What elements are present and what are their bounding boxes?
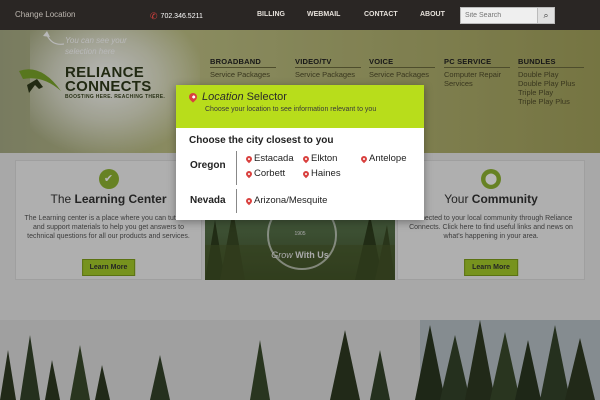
city-label: Antelope	[369, 153, 407, 164]
site-search: ⌕	[460, 7, 555, 24]
location-pin-icon	[244, 196, 254, 205]
state-nevada: Nevada	[190, 195, 226, 206]
city-corbett[interactable]: Corbett	[244, 168, 286, 179]
search-icon[interactable]: ⌕	[537, 8, 554, 23]
city-elkton[interactable]: Elkton	[301, 153, 338, 164]
modal-title: Location Selector	[187, 91, 424, 103]
phone-text: 702.346.5211	[160, 13, 203, 20]
city-haines[interactable]: Haines	[301, 168, 341, 179]
title-selector: Selector	[246, 91, 287, 103]
location-pin-icon	[187, 91, 199, 103]
location-pin-icon	[301, 169, 311, 178]
divider	[236, 189, 237, 213]
nav-about[interactable]: ABOUT	[420, 11, 445, 18]
location-pin-icon	[301, 154, 311, 163]
location-pin-icon	[244, 169, 254, 178]
change-location-link[interactable]: Change Location	[15, 10, 76, 19]
city-antelope[interactable]: Antelope	[359, 153, 407, 164]
city-label: Estacada	[254, 153, 294, 164]
city-label: Corbett	[254, 168, 286, 179]
state-oregon: Oregon	[190, 160, 226, 171]
location-pin-icon	[359, 154, 369, 163]
divider	[236, 151, 237, 185]
modal-subtitle: Choose your location to see information …	[205, 106, 377, 113]
location-selector-modal: Location Selector Choose your location t…	[176, 85, 424, 220]
phone-number: ✆ 702.346.5211	[150, 11, 203, 22]
nav-billing[interactable]: BILLING	[257, 11, 285, 18]
city-prompt: Choose the city closest to you	[189, 135, 334, 146]
modal-header: Location Selector Choose your location t…	[176, 85, 424, 128]
city-arizona-mesquite[interactable]: Arizona/Mesquite	[244, 195, 328, 206]
title-location: Location	[202, 91, 244, 103]
phone-icon: ✆	[150, 11, 158, 21]
city-label: Elkton	[311, 153, 338, 164]
city-label: Haines	[311, 168, 341, 179]
nav-contact[interactable]: CONTACT	[364, 11, 398, 18]
nav-webmail[interactable]: WEBMAIL	[307, 11, 340, 18]
city-label: Arizona/Mesquite	[254, 195, 328, 206]
city-estacada[interactable]: Estacada	[244, 153, 294, 164]
search-input[interactable]	[461, 8, 537, 23]
location-pin-icon	[244, 154, 254, 163]
top-bar: Change Location ✆ 702.346.5211 BILLING W…	[0, 0, 600, 30]
